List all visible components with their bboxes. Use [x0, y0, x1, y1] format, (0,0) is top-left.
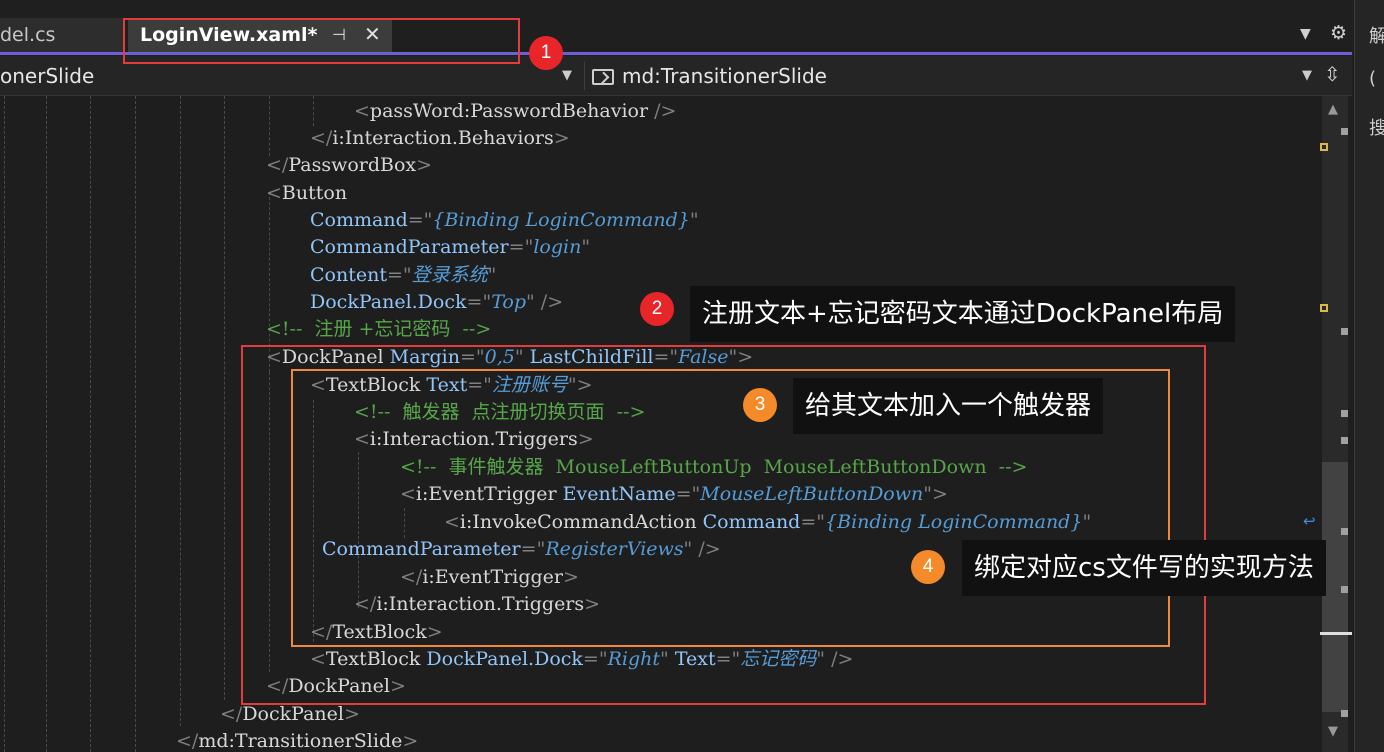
scroll-marker [1341, 410, 1348, 417]
indent-guide [180, 96, 181, 726]
code-line[interactable]: </md:TransitionerSlide> [176, 728, 418, 752]
annotation-callout-2: 注册文本+忘记密码文本通过DockPanel布局 [690, 286, 1236, 342]
type-dropdown-label: onerSlide [0, 64, 95, 88]
indent-guide [135, 96, 136, 752]
side-panel-char[interactable]: 搜 [1369, 114, 1384, 140]
code-line[interactable]: <!-- 注册 +忘记密码 --> [266, 316, 491, 343]
vertical-scrollbar[interactable]: ▲ ▼ [1318, 96, 1352, 752]
scroll-marker [1341, 528, 1348, 535]
split-editor-icon[interactable]: ⇳ [1324, 62, 1341, 86]
code-line[interactable]: </DockPanel> [220, 701, 360, 728]
divider [584, 62, 585, 90]
indent-guide [46, 96, 47, 752]
annotation-callout-4: 绑定对应cs文件写的实现方法 [962, 540, 1326, 596]
element-icon [592, 69, 614, 85]
annotation-callout-3: 给其文本加入一个触发器 [793, 378, 1104, 434]
indent-guide [224, 96, 225, 700]
scroll-marker [1341, 710, 1348, 717]
scroll-marker [1341, 586, 1348, 593]
tab-previous-file[interactable]: del.cs [0, 18, 125, 52]
code-line[interactable]: Command="{Binding LoginCommand}" [310, 207, 699, 234]
indent-guide [269, 96, 270, 156]
indent-guide [90, 96, 91, 752]
annotation-badge-1: 1 [529, 36, 563, 70]
code-line[interactable]: DockPanel.Dock="Top" /> [310, 289, 563, 316]
code-line[interactable]: </i:Interaction.Behaviors> [310, 125, 570, 152]
chevron-down-icon: ▼ [1302, 68, 1312, 83]
scroll-down-arrow-icon[interactable]: ▼ [1328, 724, 1338, 739]
annotation-badge-4: 4 [911, 550, 945, 584]
annotation-badge-2: 2 [640, 292, 674, 326]
annotation-badge-3: 3 [743, 388, 777, 422]
side-panel-char: ( [1369, 68, 1377, 89]
tab-list-dropdown-icon[interactable]: ▼ [1300, 26, 1311, 42]
chevron-down-icon: ▼ [562, 68, 572, 83]
code-line[interactable]: CommandParameter="login" [310, 234, 590, 261]
scroll-marker [1341, 437, 1348, 444]
word-wrap-icon: ↩ [1303, 512, 1316, 530]
code-line[interactable]: <Button [266, 180, 347, 207]
change-marker [1320, 304, 1328, 312]
indent-guide [4, 96, 5, 752]
code-line[interactable]: Content="登录系统" [310, 262, 496, 289]
code-line[interactable]: </PasswordBox> [266, 152, 432, 179]
code-line[interactable]: <passWord:PasswordBehavior /> [354, 98, 676, 125]
gear-icon[interactable]: ⚙ [1330, 22, 1347, 44]
member-dropdown-label: md:TransitionerSlide [622, 64, 827, 88]
change-marker [1320, 143, 1328, 151]
indent-guide [313, 96, 314, 126]
side-panel-strip: 解 ( 搜 [1354, 0, 1384, 752]
scroll-marker [1341, 328, 1348, 335]
scroll-marker [1341, 128, 1348, 135]
member-dropdown[interactable]: md:TransitionerSlide ▼ [592, 56, 1316, 96]
side-panel-char: 解 [1369, 26, 1384, 47]
caret-position-marker [1320, 632, 1352, 635]
annotation-box-tab [123, 18, 520, 64]
scroll-up-arrow-icon[interactable]: ▲ [1328, 102, 1338, 117]
